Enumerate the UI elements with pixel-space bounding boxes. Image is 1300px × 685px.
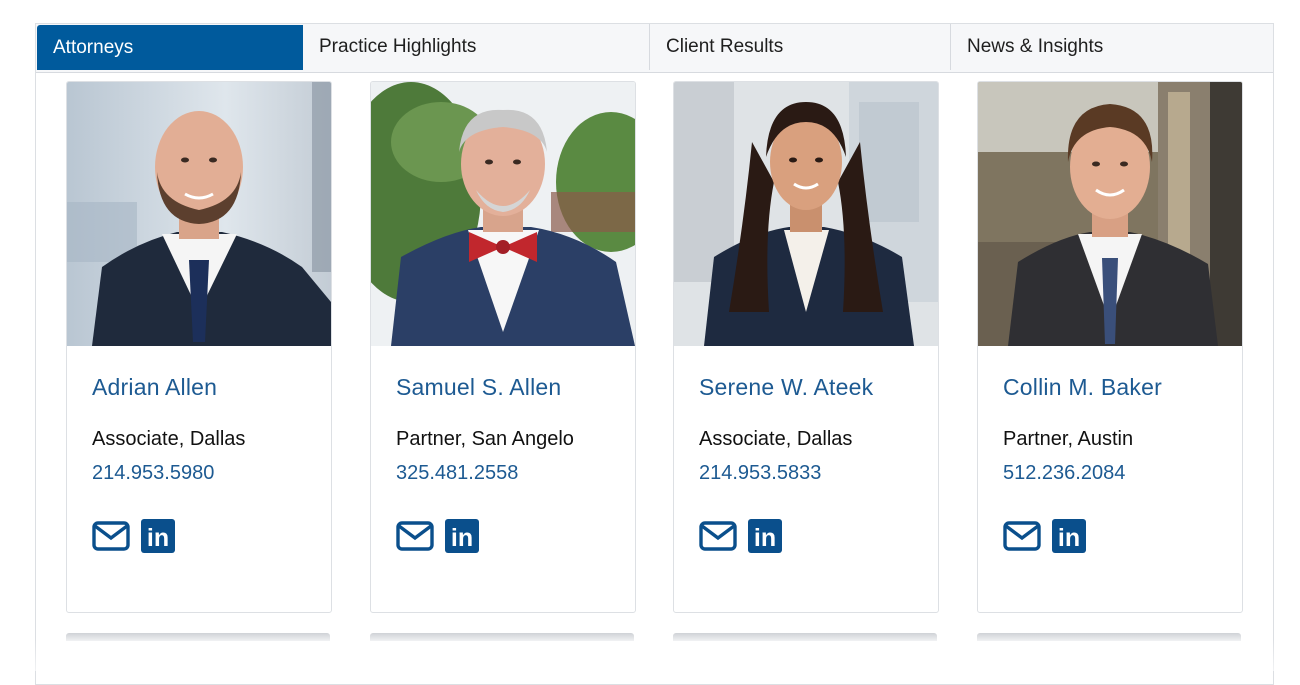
attorney-name[interactable]: Adrian Allen bbox=[92, 374, 217, 401]
attorney-card: Collin M. Baker Partner, Austin 512.236.… bbox=[977, 81, 1243, 613]
attorney-card: Adrian Allen Associate, Dallas 214.953.5… bbox=[66, 81, 332, 613]
attorney-phone[interactable]: 214.953.5833 bbox=[699, 462, 821, 485]
attorney-photo[interactable] bbox=[978, 82, 1242, 346]
scroll-fade bbox=[0, 640, 1300, 671]
tab-practice-highlights[interactable]: Practice Highlights bbox=[303, 24, 650, 70]
attorney-name[interactable]: Samuel S. Allen bbox=[396, 374, 561, 401]
linkedin-icon[interactable]: in bbox=[1052, 519, 1086, 558]
linkedin-icon-text: in bbox=[147, 524, 169, 552]
attorney-phone[interactable]: 214.953.5980 bbox=[92, 462, 214, 485]
attorney-photo[interactable] bbox=[674, 82, 938, 346]
linkedin-icon[interactable]: in bbox=[141, 519, 175, 558]
tab-news-insights[interactable]: News & Insights bbox=[951, 24, 1272, 70]
tab-client-results[interactable]: Client Results bbox=[650, 24, 951, 70]
linkedin-icon-text: in bbox=[1058, 524, 1080, 552]
attorney-card: Serene W. Ateek Associate, Dallas 214.95… bbox=[673, 81, 939, 613]
attorney-phone[interactable]: 512.236.2084 bbox=[1003, 462, 1125, 485]
attorney-role: Associate, Dallas bbox=[699, 428, 853, 450]
attorney-role: Associate, Dallas bbox=[92, 428, 246, 450]
tab-attorneys[interactable]: Attorneys bbox=[37, 25, 303, 70]
linkedin-icon[interactable]: in bbox=[445, 519, 479, 558]
linkedin-icon[interactable]: in bbox=[748, 519, 782, 558]
envelope-icon[interactable] bbox=[396, 521, 434, 556]
envelope-icon[interactable] bbox=[699, 521, 737, 556]
contact-icons: in bbox=[92, 519, 175, 558]
attorney-photo[interactable] bbox=[67, 82, 331, 346]
attorney-name[interactable]: Collin M. Baker bbox=[1003, 374, 1162, 401]
envelope-icon[interactable] bbox=[92, 521, 130, 556]
attorney-photo[interactable] bbox=[371, 82, 635, 346]
contact-icons: in bbox=[396, 519, 479, 558]
contact-icons: in bbox=[699, 519, 782, 558]
attorney-role: Partner, San Angelo bbox=[396, 428, 574, 450]
linkedin-icon-text: in bbox=[754, 524, 776, 552]
attorney-card: Samuel S. Allen Partner, San Angelo 325.… bbox=[370, 81, 636, 613]
attorney-name[interactable]: Serene W. Ateek bbox=[699, 374, 873, 401]
attorney-role: Partner, Austin bbox=[1003, 428, 1134, 450]
envelope-icon[interactable] bbox=[1003, 521, 1041, 556]
contact-icons: in bbox=[1003, 519, 1086, 558]
tab-bar: Attorneys Practice Highlights Client Res… bbox=[36, 24, 1273, 73]
linkedin-icon-text: in bbox=[451, 524, 473, 552]
attorney-phone[interactable]: 325.481.2558 bbox=[396, 462, 518, 485]
